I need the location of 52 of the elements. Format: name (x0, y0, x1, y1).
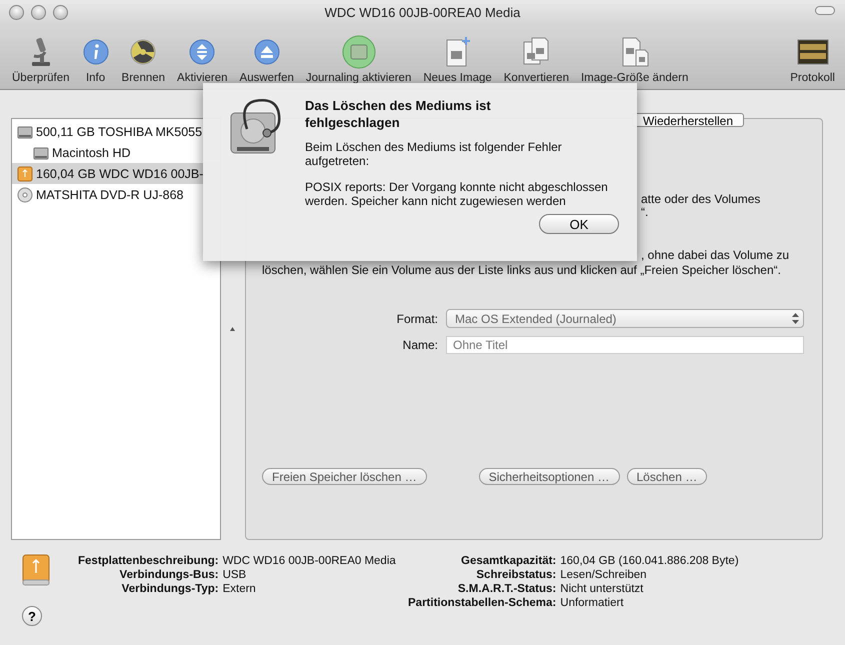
toolbar-button[interactable]: Image-Größe ändern (576, 35, 692, 84)
info-label: Gesamtkapazität: (460, 554, 556, 568)
documents-icon (620, 36, 650, 68)
instruction-text: atte oder des Volumes (641, 192, 760, 206)
window-control[interactable] (9, 4, 24, 20)
alert-message: Beim Löschen des Mediums ist folgender Fehler aufgetreten: (305, 140, 563, 168)
info-value: Extern (222, 582, 257, 596)
format-label: Format: (396, 312, 438, 326)
instruction-text: “. (641, 205, 648, 219)
instruction-text: löschen, wählen Sie ein Volume aus der Liste links aus und klicken auf „Freien Speicher löschen“. (262, 263, 781, 277)
action-button[interactable]: Freien Speicher löschen … (262, 468, 427, 485)
toolbar-button[interactable]: Aktivieren (173, 35, 232, 84)
info-icon (82, 38, 110, 66)
new-image-icon (444, 36, 472, 68)
ok-button[interactable]: OK (539, 214, 619, 234)
info-value: Lesen/Schreiben (560, 568, 648, 582)
info-label: Partitionstabellen-Schema: (408, 596, 556, 610)
format-popup[interactable]: Mac OS Extended (Journaled) (446, 309, 804, 328)
info-label: Schreibstatus: (475, 568, 556, 582)
info-value: Unformatiert (560, 596, 625, 610)
window-title: WDC WD16 00JB-00REA0 Media (324, 4, 520, 20)
info-value: USB (222, 568, 248, 582)
info-label: S.M.A.R.T.-Status: (456, 582, 556, 596)
info-value: WDC WD16 00JB-00REA0 Media (222, 554, 396, 568)
action-button[interactable]: Sicherheitsoptionen … (478, 468, 620, 485)
up-down-arrows-icon (188, 38, 216, 66)
eject-icon (252, 38, 281, 66)
instruction-text: , ohne dabei das Volume zu (641, 248, 790, 262)
window-pill-button[interactable] (815, 6, 835, 15)
toolbar-button[interactable]: Brennen (118, 35, 170, 84)
toolbar-button[interactable]: Überprüfen (8, 35, 74, 84)
log-console-icon (796, 39, 829, 65)
disk-journal-icon (342, 35, 376, 69)
radiation-icon (129, 38, 158, 66)
stepper-arrows-icon (792, 313, 799, 324)
info-label: Verbindungs-Typ: (120, 582, 219, 596)
info-value: 160,04 GB (160.041.886.208 Byte) (560, 554, 739, 568)
splitter-handle[interactable] (230, 327, 234, 331)
info-label: Verbindungs-Bus: (118, 568, 219, 582)
toolbar-button[interactable]: Info (78, 35, 114, 84)
name-field[interactable]: Ohne Titel (446, 336, 804, 354)
info-value: Nicht unterstützt (560, 582, 644, 596)
alert-title: Das Löschen des Mediums ist fehlgeschlagen (305, 97, 492, 131)
optical-disc-icon (17, 186, 33, 202)
name-label: Name: (402, 338, 438, 352)
help-button[interactable]: ? (22, 606, 42, 626)
toolbar-button[interactable]: Protokoll (786, 35, 839, 84)
info-label: Festplattenbeschreibung: (78, 554, 219, 568)
window-control[interactable] (53, 4, 68, 20)
window-control[interactable] (31, 4, 46, 20)
action-button[interactable]: Löschen … (626, 468, 708, 485)
alert-detail: POSIX reports: Der Vorgang konnte nicht abgeschlossen werden. Speicher kann nicht zugewiesen werden (305, 180, 609, 208)
